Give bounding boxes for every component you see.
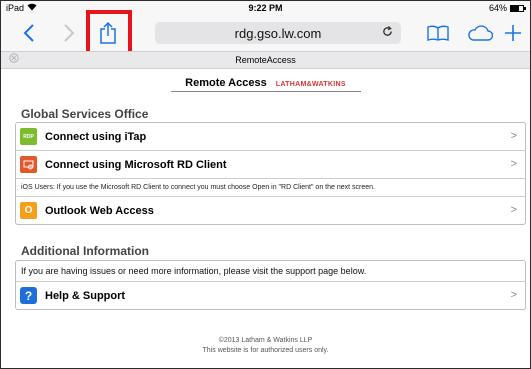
connect-itap-link[interactable]: RDP Connect using iTap >	[16, 123, 525, 151]
chevron-left-icon	[23, 24, 34, 42]
tab-bar: RemoteAccess	[1, 51, 530, 69]
bookmarks-button[interactable]	[425, 21, 451, 45]
microsoft-rd-client-icon	[20, 156, 37, 173]
page-title: Remote Access	[185, 77, 267, 89]
chevron-right-icon: >	[510, 204, 517, 216]
outlook-icon: O	[20, 202, 37, 219]
connect-itap-label: Connect using iTap	[45, 130, 147, 143]
book-icon	[427, 25, 449, 41]
copyright-text: ©2013 Latham & Watkins LLP	[218, 337, 313, 344]
battery-percent: 64%	[488, 3, 507, 13]
forward-button[interactable]	[61, 21, 77, 45]
reload-icon	[383, 26, 392, 36]
web-page: Remote Access LATHAM&WATKINS Global Serv…	[1, 69, 530, 368]
new-tab-button[interactable]	[503, 21, 523, 45]
chevron-right-icon: >	[510, 289, 517, 301]
page-footer: ©2013 Latham & Watkins LLP This website …	[1, 336, 530, 356]
outlook-web-access-label: Outlook Web Access	[45, 204, 154, 217]
share-button-highlight	[86, 10, 132, 56]
latham-watkins-logo: LATHAM&WATKINS	[275, 81, 346, 88]
global-services-list: RDP Connect using iTap > Connect using M…	[15, 122, 526, 225]
additional-info-list: If you are having issues or need more in…	[15, 260, 526, 310]
support-info-text: If you are having issues or need more in…	[16, 261, 525, 282]
page-header: Remote Access LATHAM&WATKINS	[1, 77, 530, 89]
plus-icon	[505, 25, 521, 41]
reload-button[interactable]	[382, 25, 393, 40]
cloud-icon	[468, 25, 493, 41]
help-support-link[interactable]: ? Help & Support >	[16, 282, 525, 309]
connect-msrd-label: Connect using Microsoft RD Client	[45, 158, 227, 171]
connect-msrd-link[interactable]: Connect using Microsoft RD Client >	[16, 151, 525, 179]
help-question-icon: ?	[20, 287, 37, 304]
tab-title[interactable]: RemoteAccess	[1, 55, 530, 65]
browser-toolbar: rdg.gso.lw.com	[1, 15, 530, 51]
authorized-users-text: This website is for authorized users onl…	[202, 347, 329, 354]
header-divider	[171, 91, 361, 92]
battery-icon	[510, 4, 526, 12]
chevron-right-icon	[64, 24, 75, 42]
ios-users-note: iOS Users: If you use the Microsoft RD C…	[16, 179, 525, 197]
chevron-right-icon: >	[510, 130, 517, 142]
section-heading-additional: Additional Information	[21, 244, 149, 258]
status-time: 9:22 PM	[248, 3, 283, 13]
help-support-label: Help & Support	[45, 289, 126, 302]
chevron-right-icon: >	[510, 158, 517, 170]
back-button[interactable]	[21, 21, 37, 45]
address-bar[interactable]: rdg.gso.lw.com	[155, 22, 401, 44]
status-bar: iPad 9:22 PM 64%	[1, 1, 530, 15]
url-text: rdg.gso.lw.com	[234, 26, 322, 41]
icloud-tabs-button[interactable]	[466, 21, 494, 45]
ipad-screen: iPad 9:22 PM 64% rdg.gso.lw.com RemoteAc…	[0, 0, 531, 369]
outlook-web-access-link[interactable]: O Outlook Web Access >	[16, 197, 525, 224]
section-heading-global: Global Services Office	[21, 107, 149, 121]
itap-app-icon: RDP	[20, 128, 37, 145]
